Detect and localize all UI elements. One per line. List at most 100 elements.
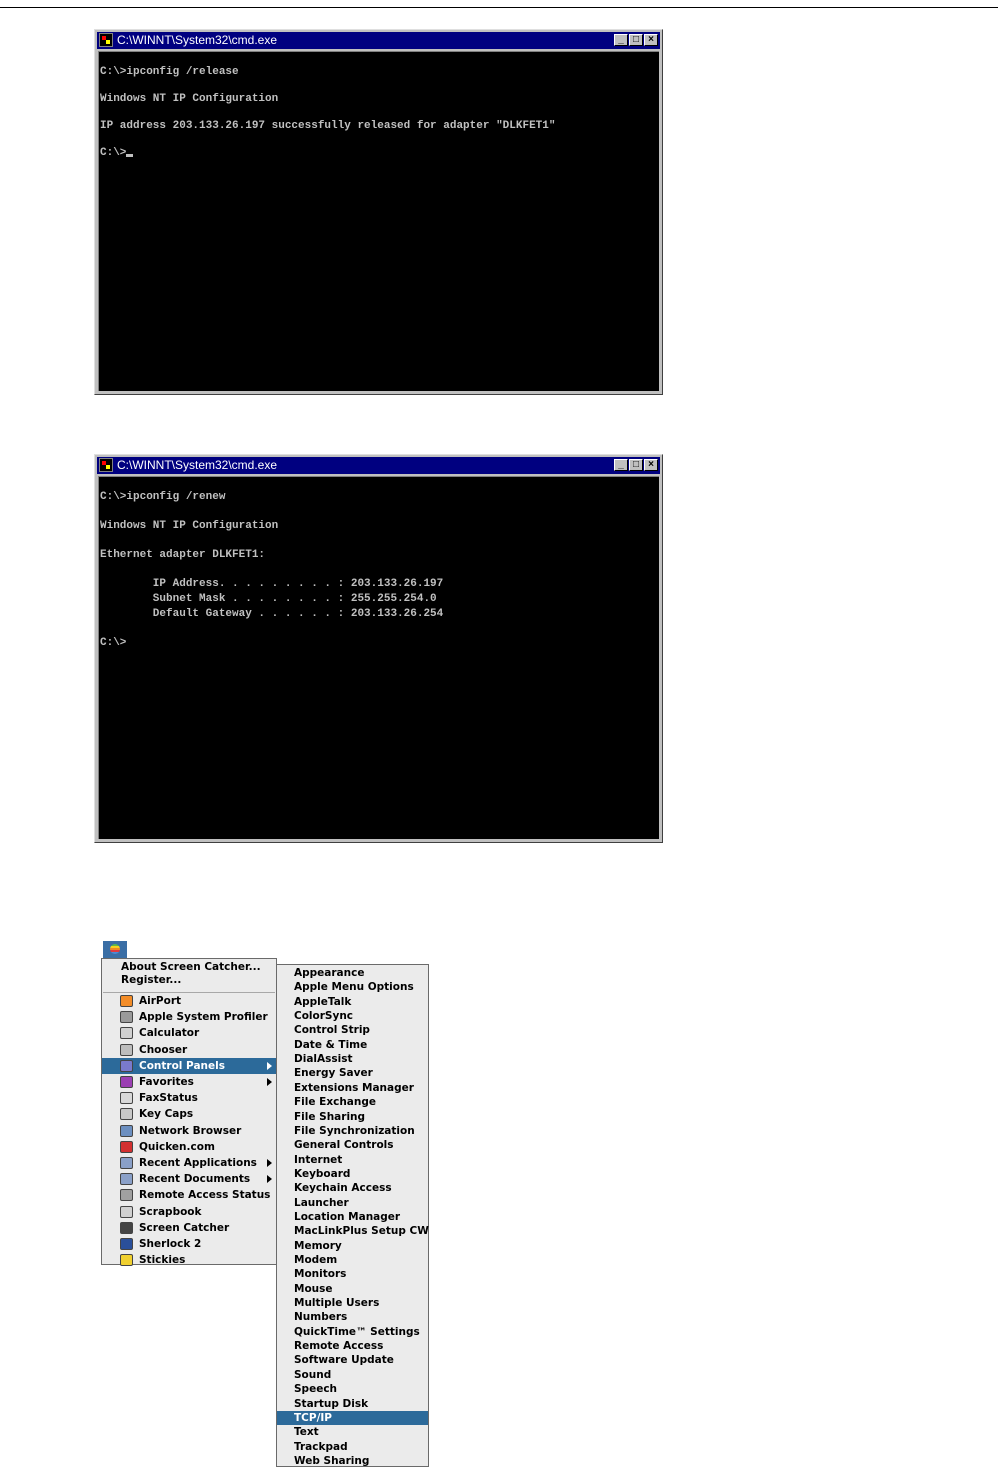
page-top-rule bbox=[0, 7, 998, 8]
submenu-item-maclinkplus-setup-cw[interactable]: MacLinkPlus Setup CW bbox=[277, 1224, 429, 1238]
menu-item-sherlock-2[interactable]: Sherlock 2 bbox=[102, 1236, 276, 1252]
menu-item-recent-documents[interactable]: Recent Documents bbox=[102, 1171, 276, 1187]
menu-item-label: Screen Catcher bbox=[139, 1221, 230, 1234]
menu-item-about[interactable]: About Screen Catcher... bbox=[102, 960, 276, 974]
recent-docs-icon bbox=[120, 1173, 133, 1186]
profiler-icon bbox=[120, 1011, 133, 1024]
submenu-item-multiple-users[interactable]: Multiple Users bbox=[277, 1296, 428, 1310]
submenu-item-dialassist[interactable]: DialAssist bbox=[277, 1052, 428, 1066]
maximize-button[interactable]: □ bbox=[629, 459, 643, 471]
submenu-item-energy-saver[interactable]: Energy Saver bbox=[277, 1066, 428, 1080]
submenu-item-internet[interactable]: Internet bbox=[277, 1153, 428, 1167]
submenu-item-keyboard[interactable]: Keyboard bbox=[277, 1167, 428, 1181]
menu-item-scrapbook[interactable]: Scrapbook bbox=[102, 1204, 276, 1220]
submenu-item-startup-disk[interactable]: Startup Disk bbox=[277, 1397, 428, 1411]
menu-item-label: Recent Documents bbox=[139, 1173, 251, 1186]
submenu-arrow-icon bbox=[267, 1175, 272, 1184]
submenu-item-date-time[interactable]: Date & Time bbox=[277, 1038, 428, 1052]
msdos-icon[interactable] bbox=[99, 458, 113, 472]
submenu-item-text[interactable]: Text bbox=[277, 1425, 428, 1439]
fax-icon bbox=[120, 1092, 133, 1105]
submenu-item-keychain-access[interactable]: Keychain Access bbox=[277, 1181, 428, 1195]
submenu-item-launcher[interactable]: Launcher bbox=[277, 1196, 428, 1210]
window-title: C:\WINNT\System32\cmd.exe bbox=[117, 33, 278, 47]
maximize-button[interactable]: □ bbox=[629, 34, 643, 46]
sherlock-icon bbox=[120, 1238, 133, 1250]
menu-item-control-panels[interactable]: Control Panels bbox=[102, 1057, 276, 1074]
menu-item-label: Calculator bbox=[139, 1027, 200, 1040]
msdos-icon[interactable] bbox=[99, 33, 113, 47]
submenu-item-trackpad[interactable]: Trackpad bbox=[277, 1440, 428, 1454]
menu-item-register[interactable]: Register... bbox=[102, 973, 276, 987]
favorites-icon bbox=[120, 1076, 133, 1088]
submenu-item-remote-access[interactable]: Remote Access bbox=[277, 1339, 428, 1353]
submenu-item-tcp-ip[interactable]: TCP/IP bbox=[277, 1410, 428, 1426]
submenu-item-monitors[interactable]: Monitors bbox=[277, 1267, 428, 1281]
menu-item-airport[interactable]: AirPort bbox=[102, 993, 276, 1009]
stickies-icon bbox=[120, 1254, 133, 1267]
menu-item-calculator[interactable]: Calculator bbox=[102, 1025, 276, 1041]
apple-menu[interactable]: About Screen Catcher... Register... AirPor… bbox=[101, 958, 277, 1268]
submenu-item-location-manager[interactable]: Location Manager bbox=[277, 1210, 428, 1224]
menu-item-network-browser[interactable]: Network Browser bbox=[102, 1123, 276, 1139]
submenu-item-control-strip[interactable]: Control Strip bbox=[277, 1023, 428, 1037]
submenu-item-colorsync[interactable]: ColorSync bbox=[277, 1009, 428, 1023]
menu-item-label: Apple System Profiler bbox=[139, 1011, 268, 1024]
submenu-item-extensions-manager[interactable]: Extensions Manager bbox=[277, 1081, 428, 1095]
minimize-button[interactable]: _ bbox=[614, 34, 628, 46]
menu-item-remote-access-status[interactable]: Remote Access Status bbox=[102, 1187, 276, 1203]
menu-item-recent-applications[interactable]: Recent Applications bbox=[102, 1155, 276, 1171]
cmd-window-release[interactable]: C:\WINNT\System32\cmd.exe _ □ × C:\>ipco… bbox=[94, 29, 663, 395]
submenu-item-speech[interactable]: Speech bbox=[277, 1382, 428, 1396]
menu-item-favorites[interactable]: Favorites bbox=[102, 1074, 276, 1090]
menu-item-stickies[interactable]: Stickies bbox=[102, 1252, 276, 1268]
submenu-item-apple-menu-options[interactable]: Apple Menu Options bbox=[277, 980, 428, 994]
camera-icon bbox=[120, 1221, 133, 1234]
submenu-item-software-update[interactable]: Software Update bbox=[277, 1353, 428, 1367]
submenu-item-modem[interactable]: Modem bbox=[277, 1253, 428, 1267]
menu-item-label: Sherlock 2 bbox=[139, 1238, 202, 1250]
menu-item-chooser[interactable]: Chooser bbox=[102, 1042, 276, 1058]
console-line: Default Gateway . . . . . . : 203.133.26… bbox=[100, 608, 444, 620]
minimize-button[interactable]: _ bbox=[614, 459, 628, 471]
menu-item-label: Network Browser bbox=[139, 1124, 242, 1137]
scrapbook-icon bbox=[120, 1205, 133, 1218]
close-button[interactable]: × bbox=[644, 459, 658, 471]
console-output[interactable]: C:\>ipconfig /release Windows NT IP Conf… bbox=[98, 51, 659, 391]
console-prompt: C:\> bbox=[100, 146, 659, 161]
submenu-item-mouse[interactable]: Mouse bbox=[277, 1282, 428, 1296]
submenu-item-sound[interactable]: Sound bbox=[277, 1368, 428, 1382]
menu-item-quicken-com[interactable]: Quicken.com bbox=[102, 1139, 276, 1155]
close-button[interactable]: × bbox=[644, 34, 658, 46]
submenu-item-file-sharing[interactable]: File Sharing bbox=[277, 1110, 428, 1124]
submenu-item-memory[interactable]: Memory bbox=[277, 1239, 428, 1253]
submenu-item-appearance[interactable]: Appearance bbox=[277, 966, 428, 980]
console-line: Windows NT IP Configuration bbox=[100, 520, 279, 532]
menu-item-faxstatus[interactable]: FaxStatus bbox=[102, 1090, 276, 1106]
console-output[interactable]: C:\>ipconfig /renew Windows NT IP Config… bbox=[98, 476, 659, 839]
menu-item-label: Favorites bbox=[139, 1076, 194, 1088]
submenu-arrow-icon bbox=[267, 1159, 272, 1167]
menu-item-label: Control Panels bbox=[139, 1059, 226, 1072]
title-bar[interactable]: C:\WINNT\System32\cmd.exe _ □ × bbox=[97, 32, 660, 49]
submenu-item-web-sharing[interactable]: Web Sharing bbox=[277, 1454, 428, 1468]
console-line: C:\>ipconfig /renew bbox=[100, 491, 226, 503]
submenu-item-quicktime-settings[interactable]: QuickTime™ Settings bbox=[277, 1325, 428, 1339]
keycaps-icon bbox=[120, 1108, 133, 1121]
submenu-item-general-controls[interactable]: General Controls bbox=[277, 1138, 428, 1152]
control-panels-submenu[interactable]: Appearance Apple Menu Options AppleTalk Col… bbox=[276, 964, 429, 1467]
text-cursor bbox=[126, 154, 134, 157]
menu-item-key-caps[interactable]: Key Caps bbox=[102, 1106, 276, 1122]
menu-item-label: FaxStatus bbox=[139, 1092, 198, 1105]
apple-menu-icon[interactable] bbox=[103, 941, 127, 958]
submenu-item-file-synchronization[interactable]: File Synchronization bbox=[277, 1124, 428, 1138]
submenu-arrow-icon bbox=[267, 1078, 272, 1086]
menu-item-screen-catcher[interactable]: Screen Catcher bbox=[102, 1220, 276, 1236]
submenu-item-file-exchange[interactable]: File Exchange bbox=[277, 1095, 428, 1109]
title-bar[interactable]: C:\WINNT\System32\cmd.exe _ □ × bbox=[97, 457, 660, 474]
submenu-item-appletalk[interactable]: AppleTalk bbox=[277, 995, 428, 1009]
menu-item-apple-system-profiler[interactable]: Apple System Profiler bbox=[102, 1009, 276, 1025]
cmd-window-renew[interactable]: C:\WINNT\System32\cmd.exe _ □ × C:\>ipco… bbox=[94, 454, 663, 843]
submenu-item-numbers[interactable]: Numbers bbox=[277, 1310, 428, 1324]
apple-logo-icon bbox=[110, 944, 120, 954]
